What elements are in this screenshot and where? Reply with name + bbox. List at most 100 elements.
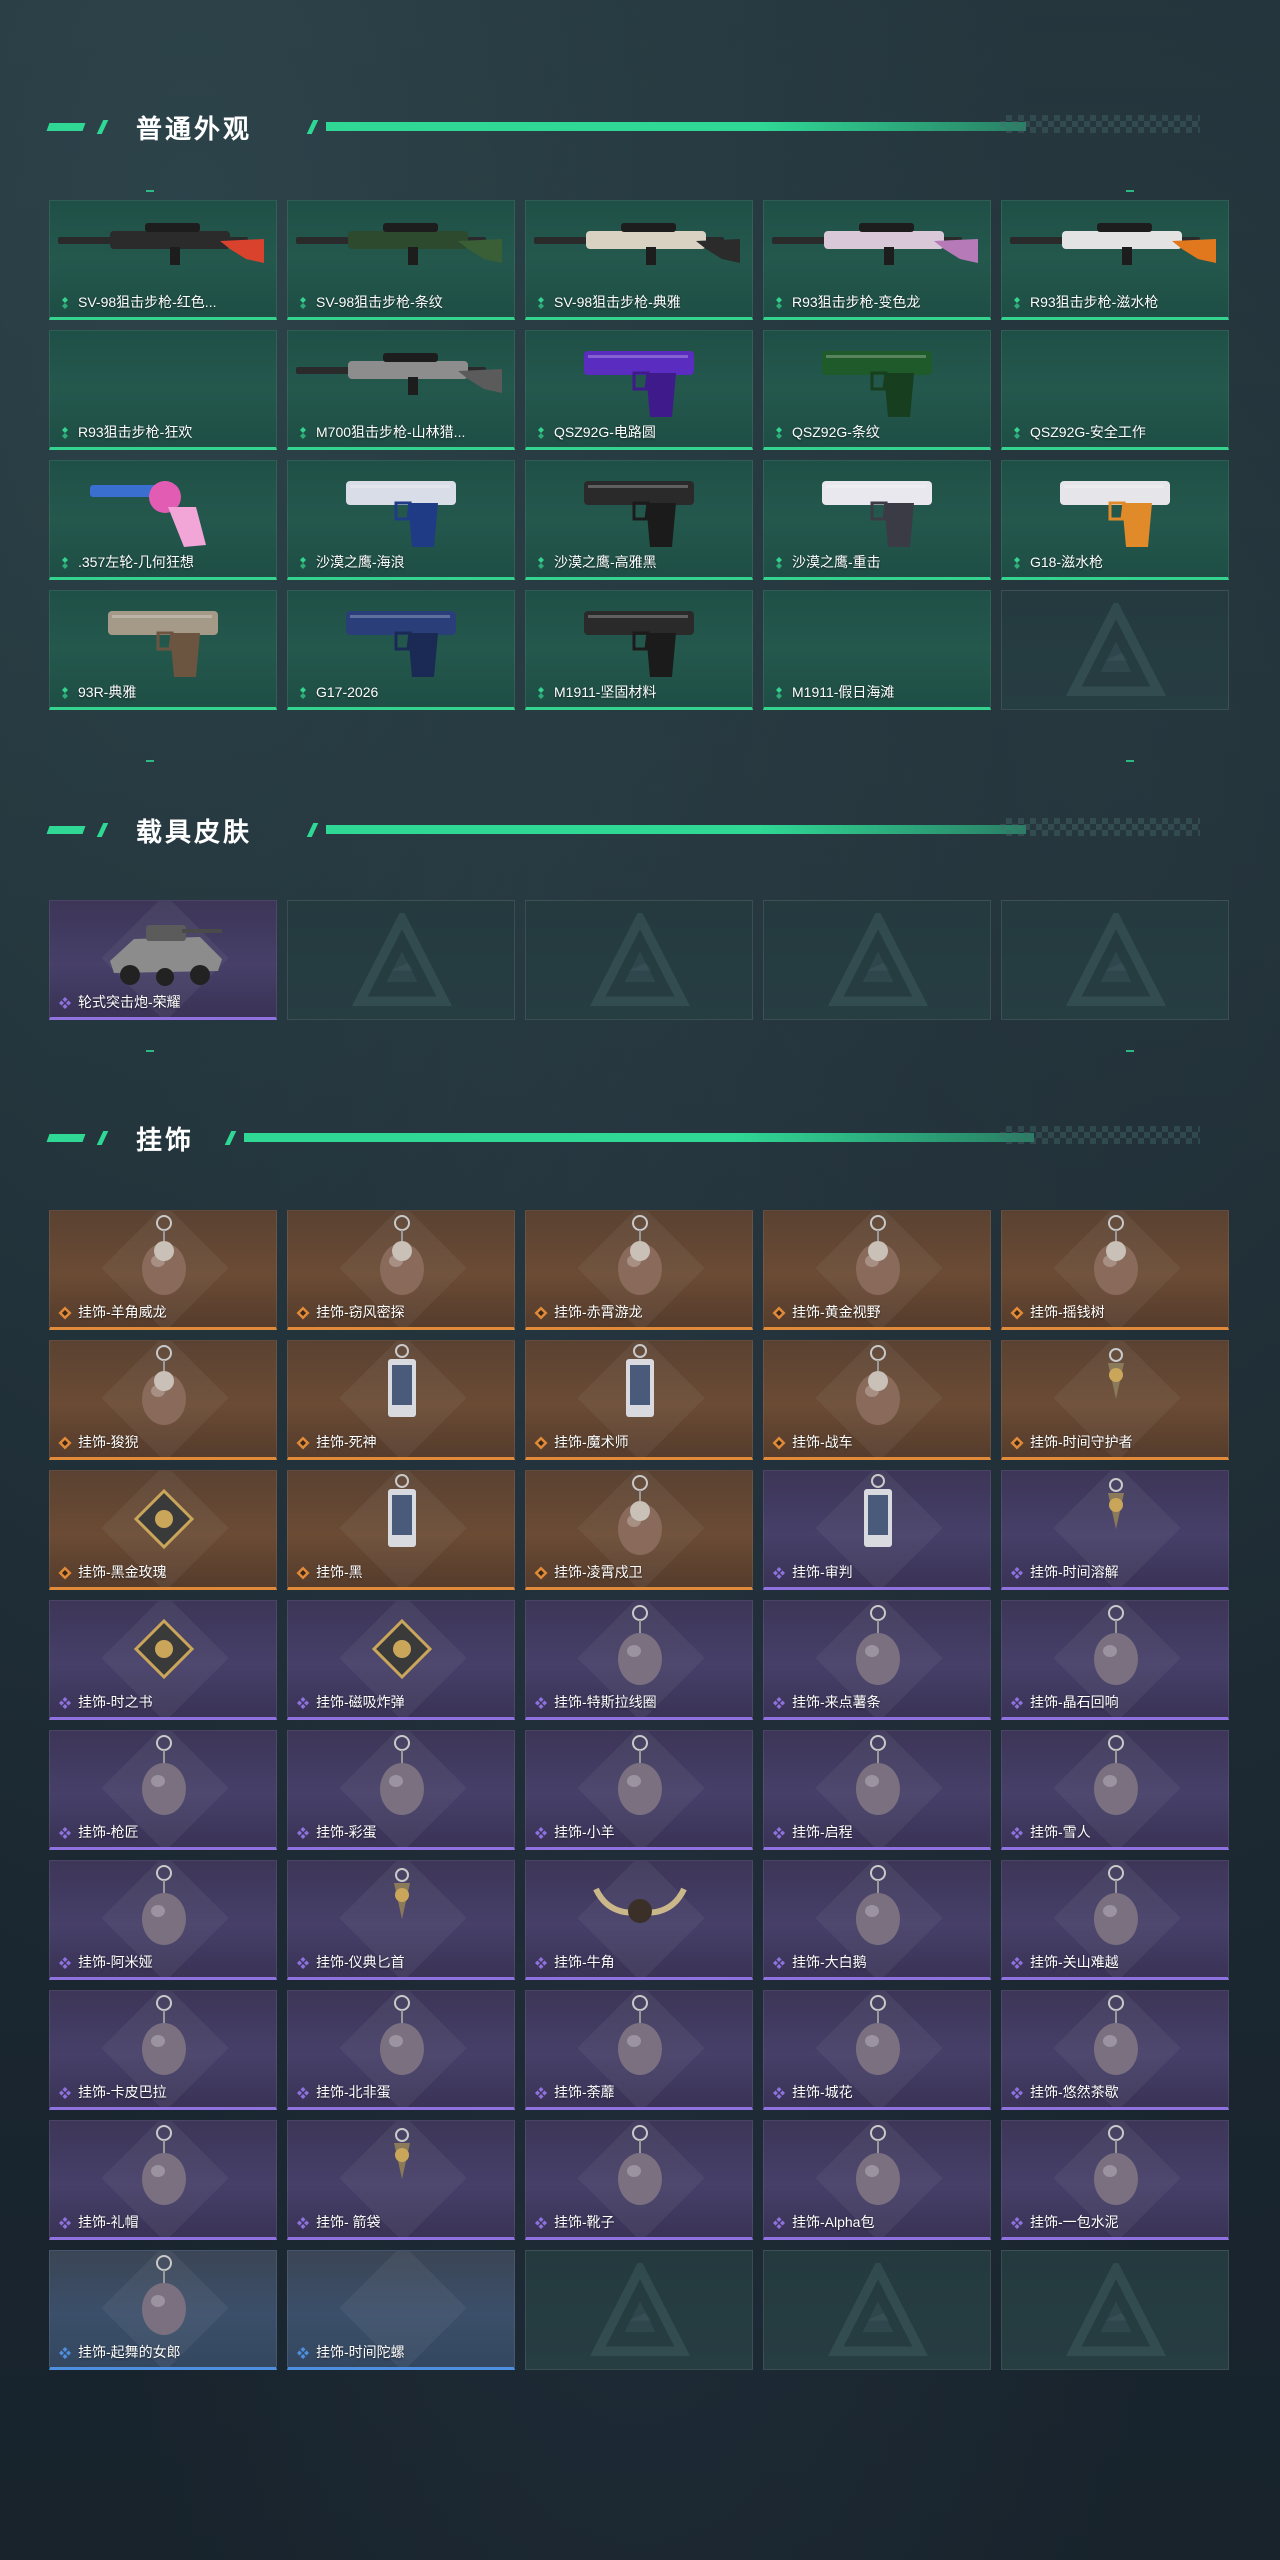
item-card[interactable]: 挂饰-关山难越 xyxy=(1001,1860,1229,1980)
item-card[interactable]: 挂饰-时间守护者 xyxy=(1001,1340,1229,1460)
rarity-gold-icon xyxy=(534,1435,548,1450)
item-card[interactable]: 沙漠之鹰-重击 xyxy=(763,460,991,580)
item-card[interactable]: M1911-假日海滩 xyxy=(763,590,991,710)
item-card[interactable]: 挂饰-死神 xyxy=(287,1340,515,1460)
item-card[interactable]: 挂饰-时间陀螺 xyxy=(287,2250,515,2370)
empty-slot xyxy=(525,900,753,1020)
item-image xyxy=(50,901,276,997)
item-card[interactable]: 沙漠之鹰-海浪 xyxy=(287,460,515,580)
item-card[interactable]: 挂饰-卡皮巴拉 xyxy=(49,1990,277,2110)
item-card[interactable]: 挂饰-黄金视野 xyxy=(763,1210,991,1330)
empty-slot xyxy=(287,900,515,1020)
rarity-gold-icon xyxy=(534,1305,548,1320)
item-card[interactable]: 挂饰-大白鹅 xyxy=(763,1860,991,1980)
item-card[interactable]: QSZ92G-电路圆 xyxy=(525,330,753,450)
item-name: M1911-假日海滩 xyxy=(792,684,895,700)
item-card[interactable]: 挂饰-牛角 xyxy=(525,1860,753,1980)
item-name: 挂饰-羊角威龙 xyxy=(78,1304,167,1320)
item-card[interactable]: 挂饰-战车 xyxy=(763,1340,991,1460)
item-image xyxy=(288,1601,514,1697)
item-card[interactable]: R93狙击步枪-变色龙 xyxy=(763,200,991,320)
item-card[interactable]: 挂饰-小羊 xyxy=(525,1730,753,1850)
item-image xyxy=(764,201,990,297)
item-card[interactable]: 挂饰-魔术师 xyxy=(525,1340,753,1460)
item-card[interactable]: 挂饰-磁吸炸弹 xyxy=(287,1600,515,1720)
item-card[interactable]: 挂饰-黑金玫瑰 xyxy=(49,1470,277,1590)
item-card[interactable]: 挂饰-凌霄戍卫 xyxy=(525,1470,753,1590)
rarity-gold-icon xyxy=(296,1305,310,1320)
item-card[interactable]: 挂饰-时之书 xyxy=(49,1600,277,1720)
item-card[interactable]: R93狙击步枪-滋水枪 xyxy=(1001,200,1229,320)
item-card[interactable]: 挂饰-启程 xyxy=(763,1730,991,1850)
item-card[interactable]: G17-2026 xyxy=(287,590,515,710)
item-card[interactable]: 挂饰-晶石回响 xyxy=(1001,1600,1229,1720)
item-card[interactable]: 挂饰-枪匠 xyxy=(49,1730,277,1850)
rarity-green-icon xyxy=(772,295,786,309)
item-name: 挂饰-时间守护者 xyxy=(1030,1434,1133,1450)
item-label: 挂饰-启程 xyxy=(772,1823,984,1841)
item-card[interactable]: M700狙击步枪-山林猎... xyxy=(287,330,515,450)
rarity-gold-icon xyxy=(58,1435,72,1450)
item-card[interactable]: 挂饰-审判 xyxy=(763,1470,991,1590)
item-card[interactable]: 挂饰-城花 xyxy=(763,1990,991,2110)
item-image xyxy=(1002,2121,1228,2217)
item-card[interactable]: 挂饰-羊角威龙 xyxy=(49,1210,277,1330)
item-card[interactable]: 轮式突击炮-荣耀 xyxy=(49,900,277,1020)
header-accent-slash xyxy=(306,823,319,837)
item-image xyxy=(526,1861,752,1957)
item-card[interactable]: 挂饰-阿米娅 xyxy=(49,1860,277,1980)
item-card[interactable]: 挂饰-彩蛋 xyxy=(287,1730,515,1850)
item-card[interactable]: 挂饰-雪人 xyxy=(1001,1730,1229,1850)
item-card[interactable]: QSZ92G-条纹 xyxy=(763,330,991,450)
empty-slot-logo-icon xyxy=(351,908,453,1013)
rarity-green-icon xyxy=(58,555,72,569)
item-card[interactable]: 挂饰-北非蛋 xyxy=(287,1990,515,2110)
item-card[interactable]: .357左轮-几何狂想 xyxy=(49,460,277,580)
item-card[interactable]: M1911-坚固材料 xyxy=(525,590,753,710)
item-card[interactable]: 挂饰-窃风密探 xyxy=(287,1210,515,1330)
item-card[interactable]: 挂饰-时间溶解 xyxy=(1001,1470,1229,1590)
item-card[interactable]: 挂饰-来点薯条 xyxy=(763,1600,991,1720)
item-card[interactable]: 挂饰-起舞的女郎 xyxy=(49,2250,277,2370)
rarity-purple-icon xyxy=(534,2085,548,2099)
rarity-purple-icon xyxy=(772,1695,786,1709)
item-card[interactable]: 挂饰-狻猊 xyxy=(49,1340,277,1460)
item-card[interactable]: 挂饰-礼帽 xyxy=(49,2120,277,2240)
item-card[interactable]: QSZ92G-安全工作 xyxy=(1001,330,1229,450)
item-image xyxy=(764,2121,990,2217)
item-label: 挂饰-摇钱树 xyxy=(1010,1303,1222,1321)
item-card[interactable]: 挂饰-靴子 xyxy=(525,2120,753,2240)
item-card[interactable]: 挂饰-荼蘼 xyxy=(525,1990,753,2110)
item-label: 挂饰-时之书 xyxy=(58,1693,270,1711)
item-card[interactable]: SV-98狙击步枪-条纹 xyxy=(287,200,515,320)
item-card[interactable]: 挂饰-黑 xyxy=(287,1470,515,1590)
section-header-vehicle-skins: 载具皮肤 xyxy=(46,810,1200,850)
item-card[interactable]: 挂饰- 箭袋 xyxy=(287,2120,515,2240)
item-card[interactable]: 挂饰-特斯拉线圈 xyxy=(525,1600,753,1720)
item-image xyxy=(764,1341,990,1437)
rarity-purple-icon xyxy=(58,2085,72,2099)
item-card[interactable]: 挂饰-赤霄游龙 xyxy=(525,1210,753,1330)
item-card[interactable]: SV-98狙击步枪-红色... xyxy=(49,200,277,320)
item-card[interactable]: 挂饰-摇钱树 xyxy=(1001,1210,1229,1330)
header-accent-dash xyxy=(46,826,86,834)
rarity-green-icon xyxy=(772,425,786,439)
item-card[interactable]: 挂饰-一包水泥 xyxy=(1001,2120,1229,2240)
item-card[interactable]: R93狙击步枪-狂欢 xyxy=(49,330,277,450)
empty-slot-logo-icon xyxy=(1065,2258,1167,2363)
item-card[interactable]: 挂饰-Alpha包 xyxy=(763,2120,991,2240)
item-image xyxy=(50,461,276,557)
rarity-purple-icon xyxy=(1010,1955,1024,1969)
item-card[interactable]: 挂饰-仪典匕首 xyxy=(287,1860,515,1980)
empty-slot-logo-icon xyxy=(589,2258,691,2363)
item-label: 挂饰-羊角威龙 xyxy=(58,1303,270,1321)
item-card[interactable]: G18-滋水枪 xyxy=(1001,460,1229,580)
item-card[interactable]: SV-98狙击步枪-典雅 xyxy=(525,200,753,320)
item-image xyxy=(50,1731,276,1827)
item-label: 挂饰-凌霄戍卫 xyxy=(534,1563,746,1581)
item-card[interactable]: 93R-典雅 xyxy=(49,590,277,710)
item-card[interactable]: 挂饰-悠然茶歇 xyxy=(1001,1990,1229,2110)
item-image xyxy=(50,1341,276,1437)
item-label: 挂饰-阿米娅 xyxy=(58,1953,270,1971)
item-card[interactable]: 沙漠之鹰-高雅黑 xyxy=(525,460,753,580)
